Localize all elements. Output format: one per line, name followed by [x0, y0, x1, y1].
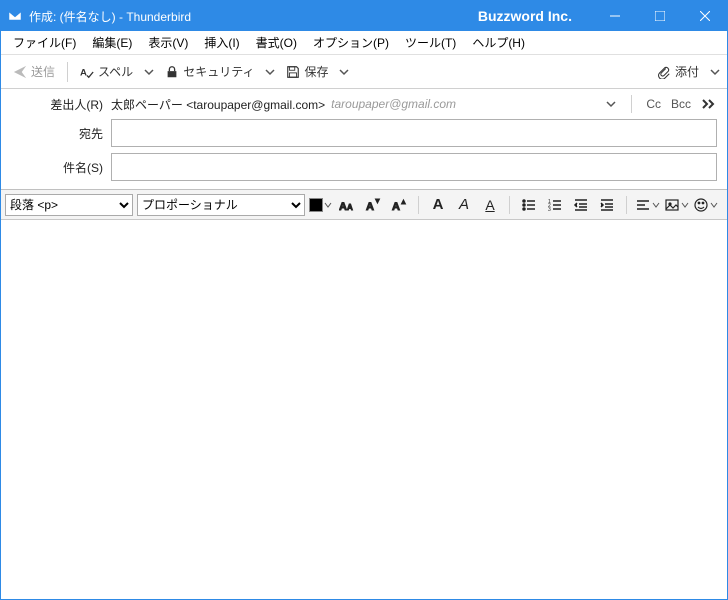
to-input[interactable]	[111, 119, 717, 147]
send-label: 送信	[31, 63, 55, 80]
italic-button[interactable]: A	[453, 194, 475, 216]
separator	[418, 196, 419, 214]
align-button[interactable]	[635, 197, 660, 213]
separator	[509, 196, 510, 214]
bcc-button[interactable]: Bcc	[671, 97, 691, 111]
chevron-down-icon[interactable]	[338, 66, 350, 78]
separator	[631, 95, 632, 113]
save-button[interactable]: 保存	[280, 59, 334, 84]
text-color-button[interactable]	[309, 198, 332, 212]
svg-text:3: 3	[548, 207, 551, 213]
font-size-increase-button[interactable]: A▲	[388, 194, 410, 216]
chevron-down-icon[interactable]	[709, 66, 721, 78]
from-hint: taroupaper@gmail.com	[331, 97, 456, 111]
app-icon	[7, 8, 23, 24]
menu-file[interactable]: ファイル(F)	[5, 31, 84, 54]
lock-icon	[165, 65, 179, 79]
underline-button[interactable]: A	[479, 194, 501, 216]
spell-label: スペル	[98, 63, 133, 80]
chevron-down-icon[interactable]	[605, 98, 617, 110]
message-body[interactable]	[1, 220, 727, 590]
svg-text:A: A	[339, 201, 347, 213]
from-row: 差出人(R) 太郎ペーパー <taroupaper@gmail.com> tar…	[11, 95, 717, 113]
menubar: ファイル(F) 編集(E) 表示(V) 挿入(I) 書式(O) オプション(P)…	[1, 31, 727, 55]
number-list-button[interactable]: 123	[544, 194, 566, 216]
chevron-down-icon	[681, 201, 689, 209]
subject-row: 件名(S)	[11, 153, 717, 181]
header-fields: 差出人(R) 太郎ペーパー <taroupaper@gmail.com> tar…	[1, 89, 727, 190]
separator	[626, 196, 627, 214]
expand-icon[interactable]	[701, 98, 717, 110]
svg-text:A: A	[392, 201, 400, 213]
font-select[interactable]: プロポーショナル	[137, 194, 305, 216]
chevron-down-icon	[324, 201, 332, 209]
chevron-down-icon[interactable]	[264, 66, 276, 78]
send-button[interactable]: 送信	[7, 59, 61, 84]
indent-button[interactable]	[596, 194, 618, 216]
save-label: 保存	[304, 63, 328, 80]
window-title: 作成: (件名なし) - Thunderbird	[29, 8, 191, 25]
from-value[interactable]: 太郎ペーパー <taroupaper@gmail.com>	[111, 96, 325, 113]
svg-text:A: A	[366, 201, 374, 213]
compose-toolbar: 送信 A スペル セキュリティ 保存 添付	[1, 55, 727, 89]
insert-image-button[interactable]	[664, 197, 689, 213]
emoji-button[interactable]	[693, 197, 718, 213]
chevron-down-icon	[652, 201, 660, 209]
attach-button[interactable]: 添付	[651, 59, 705, 84]
subject-label: 件名(S)	[11, 159, 111, 176]
spell-button[interactable]: A スペル	[74, 59, 139, 84]
color-swatch-icon	[309, 198, 323, 212]
save-icon	[286, 65, 300, 79]
svg-text:A: A	[347, 203, 353, 212]
maximize-button[interactable]	[637, 1, 682, 31]
menu-edit[interactable]: 編集(E)	[84, 31, 140, 54]
paperclip-icon	[657, 65, 671, 79]
menu-options[interactable]: オプション(P)	[305, 31, 397, 54]
titlebar: 作成: (件名なし) - Thunderbird Buzzword Inc.	[1, 1, 727, 31]
send-icon	[13, 65, 27, 79]
bullet-list-button[interactable]	[518, 194, 540, 216]
separator	[67, 62, 68, 82]
svg-text:▼: ▼	[374, 198, 381, 205]
menu-format[interactable]: 書式(O)	[248, 31, 305, 54]
font-size-reset-button[interactable]: AA	[336, 194, 358, 216]
to-row: 宛先	[11, 119, 717, 147]
to-label: 宛先	[11, 125, 111, 142]
font-size-decrease-button[interactable]: A▼	[362, 194, 384, 216]
svg-text:▲: ▲	[400, 199, 407, 206]
menu-help[interactable]: ヘルプ(H)	[464, 31, 533, 54]
menu-insert[interactable]: 挿入(I)	[196, 31, 247, 54]
outdent-button[interactable]	[570, 194, 592, 216]
attach-label: 添付	[675, 63, 699, 80]
security-label: セキュリティ	[183, 63, 254, 80]
spell-icon: A	[80, 65, 94, 79]
subject-input[interactable]	[111, 153, 717, 181]
cc-button[interactable]: Cc	[646, 97, 661, 111]
from-label: 差出人(R)	[11, 96, 111, 113]
chevron-down-icon	[710, 201, 718, 209]
chevron-down-icon[interactable]	[143, 66, 155, 78]
bold-button[interactable]: A	[427, 194, 449, 216]
brand-label: Buzzword Inc.	[478, 8, 572, 24]
menu-tools[interactable]: ツール(T)	[397, 31, 464, 54]
close-button[interactable]	[682, 1, 727, 31]
menu-view[interactable]: 表示(V)	[140, 31, 196, 54]
paragraph-select[interactable]: 段落 <p>	[5, 194, 133, 216]
minimize-button[interactable]	[592, 1, 637, 31]
svg-text:A: A	[80, 67, 87, 78]
format-toolbar: 段落 <p> プロポーショナル AA A▼ A▲ A A A 123	[1, 190, 727, 220]
security-button[interactable]: セキュリティ	[159, 59, 260, 84]
